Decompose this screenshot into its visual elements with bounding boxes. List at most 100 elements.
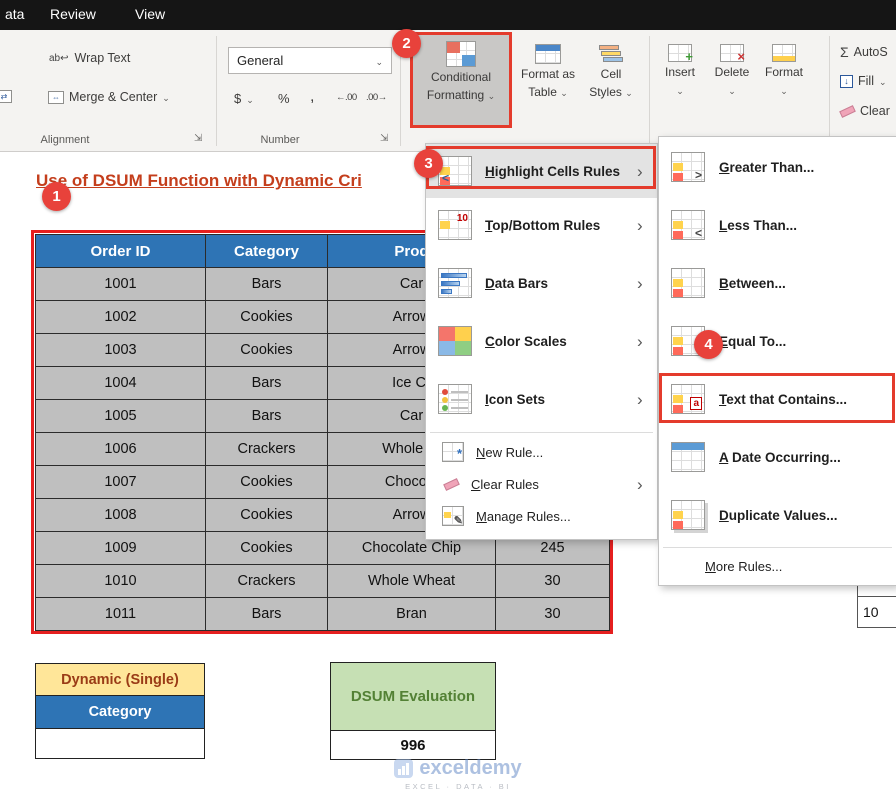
ribbon-tab-review[interactable]: Review — [50, 6, 96, 22]
clear-button[interactable]: Clear — [836, 102, 894, 120]
less-than-icon: < — [671, 210, 705, 240]
conditional-formatting-button[interactable]: Conditional Formatting — [410, 32, 512, 128]
menu-separator — [430, 432, 653, 433]
edge-cell-value[interactable]: 10 — [857, 597, 896, 628]
delete-label: Delete — [714, 65, 750, 79]
decrease-decimal-button[interactable]: .00→ — [362, 90, 391, 105]
cell-product[interactable]: Whole Wheat — [328, 565, 496, 598]
clear-label: Clear — [860, 104, 890, 118]
submenu-arrow-icon — [637, 391, 649, 408]
between-icon — [671, 268, 705, 298]
cell-category[interactable]: Bars — [206, 400, 328, 433]
criteria-field-cell[interactable]: Category — [35, 696, 205, 729]
insert-cells-button[interactable]: + Insert — [657, 38, 703, 98]
submenu-item-more-rules[interactable]: More Rules... — [659, 551, 896, 581]
submenu-item-a-date-occurring[interactable]: A Date Occurring... — [659, 429, 896, 485]
submenu-item-label: Duplicate Values... — [719, 507, 838, 523]
delete-cells-icon: × — [720, 44, 745, 64]
menu-item-clear-rules[interactable]: Clear Rules — [426, 468, 657, 500]
criteria-value-cell[interactable] — [35, 729, 205, 759]
delete-cells-button[interactable]: × Delete — [708, 38, 756, 98]
column-header-category[interactable]: Category — [206, 235, 328, 268]
cell-order-id[interactable]: 1010 — [36, 565, 206, 598]
dsum-block: DSUM Evaluation 996 — [330, 662, 496, 760]
cell-order-id[interactable]: 1006 — [36, 433, 206, 466]
cell-order-id[interactable]: 1003 — [36, 334, 206, 367]
percent-style-button[interactable]: % — [274, 89, 294, 108]
menu-item-highlight-cells-rules[interactable]: < Highlight Cells Rules — [426, 144, 657, 198]
cell-category[interactable]: Bars — [206, 268, 328, 301]
submenu-item-between[interactable]: Between... — [659, 255, 896, 311]
cell-category[interactable]: Cookies — [206, 301, 328, 334]
ribbon-tab-data[interactable]: ata — [5, 6, 24, 22]
format-as-table-button[interactable]: Format as Table — [516, 38, 580, 100]
menu-item-top-bottom-rules[interactable]: 10 Top/Bottom Rules — [426, 198, 657, 252]
number-group-label: Number — [260, 134, 300, 146]
alignment-dialog-launcher[interactable] — [194, 133, 208, 147]
cell-styles-button[interactable]: Cell Styles — [583, 38, 639, 100]
cell-col4[interactable]: 30 — [496, 565, 610, 598]
dsum-label-cell[interactable]: DSUM Evaluation — [330, 662, 496, 731]
cell-col4[interactable]: 30 — [496, 598, 610, 631]
cell-category[interactable]: Cookies — [206, 499, 328, 532]
menu-item-new-rule[interactable]: * New Rule... — [426, 436, 657, 468]
indent-icon[interactable]: ⇄ — [0, 88, 16, 105]
submenu-item-label: A Date Occurring... — [719, 449, 841, 465]
fill-button[interactable]: ↓ Fill — [836, 72, 891, 90]
format-cells-button[interactable]: Format — [758, 38, 810, 98]
submenu-item-label: Greater Than... — [719, 159, 815, 175]
cell-product[interactable]: Bran — [328, 598, 496, 631]
menu-item-manage-rules[interactable]: ✎ Manage Rules... — [426, 500, 657, 532]
cell-order-id[interactable]: 1011 — [36, 598, 206, 631]
cell-category[interactable]: Crackers — [206, 433, 328, 466]
caret-down-icon — [488, 88, 496, 102]
cell-order-id[interactable]: 1008 — [36, 499, 206, 532]
increase-decimal-button[interactable]: ←.00 — [332, 90, 361, 105]
cell-category[interactable]: Bars — [206, 598, 328, 631]
autosum-button[interactable]: Σ AutoS — [836, 42, 892, 62]
icon-sets-icon — [438, 384, 472, 414]
ribbon-tab-view[interactable]: View — [135, 6, 165, 22]
wrap-text-icon: ab↩ — [49, 52, 69, 64]
caret-down-icon — [676, 83, 684, 98]
sheet-title[interactable]: Use of DSUM Function with Dynamic Cri — [36, 171, 362, 191]
cell-order-id[interactable]: 1007 — [36, 466, 206, 499]
cell-order-id[interactable]: 1009 — [36, 532, 206, 565]
cell-order-id[interactable]: 1004 — [36, 367, 206, 400]
menu-item-label: New Rule... — [476, 444, 544, 460]
cell-category[interactable]: Cookies — [206, 334, 328, 367]
menu-item-data-bars[interactable]: Data Bars — [426, 256, 657, 310]
submenu-item-duplicate-values[interactable]: Duplicate Values... — [659, 487, 896, 543]
submenu-item-text-that-contains[interactable]: a Text that Contains... — [659, 371, 896, 427]
menu-item-color-scales[interactable]: Color Scales — [426, 314, 657, 368]
submenu-item-greater-than[interactable]: > Greater Than... — [659, 139, 896, 195]
text-that-contains-icon: a — [671, 384, 705, 414]
currency-format-button[interactable]: $ — [230, 89, 258, 108]
column-header-order-id[interactable]: Order ID — [36, 235, 206, 268]
menu-item-icon-sets[interactable]: Icon Sets — [426, 372, 657, 426]
cell-order-id[interactable]: 1002 — [36, 301, 206, 334]
number-format-combo[interactable]: General — [228, 47, 392, 74]
submenu-item-label: Less Than... — [719, 217, 798, 233]
cell-category[interactable]: Cookies — [206, 466, 328, 499]
cell-category[interactable]: Crackers — [206, 565, 328, 598]
cell-category[interactable]: Cookies — [206, 532, 328, 565]
cell-category[interactable]: Bars — [206, 367, 328, 400]
step-badge-4: 4 — [694, 330, 723, 359]
comma-style-button[interactable]: , — [306, 86, 318, 108]
cell-order-id[interactable]: 1005 — [36, 400, 206, 433]
cf-label-line2: Formatting — [427, 88, 495, 103]
criteria-title-cell[interactable]: Dynamic (Single) — [35, 663, 205, 696]
increase-decimal-icon: ←.00 — [336, 92, 357, 103]
step-badge-1: 1 — [42, 182, 71, 211]
cell-styles-icon — [599, 44, 623, 64]
fat-label-line2: Table — [528, 85, 568, 100]
merge-center-button[interactable]: ⇔ Merge & Center — [44, 88, 174, 106]
submenu-item-less-than[interactable]: < Less Than... — [659, 197, 896, 253]
wrap-text-button[interactable]: ab↩ Wrap Text — [44, 49, 134, 67]
number-dialog-launcher[interactable] — [380, 133, 394, 147]
dsum-value-cell[interactable]: 996 — [330, 731, 496, 760]
autosum-sigma-icon: Σ — [840, 44, 849, 60]
conditional-formatting-menu: < Highlight Cells Rules 10 Top/Bottom Ru… — [425, 143, 658, 540]
cell-order-id[interactable]: 1001 — [36, 268, 206, 301]
